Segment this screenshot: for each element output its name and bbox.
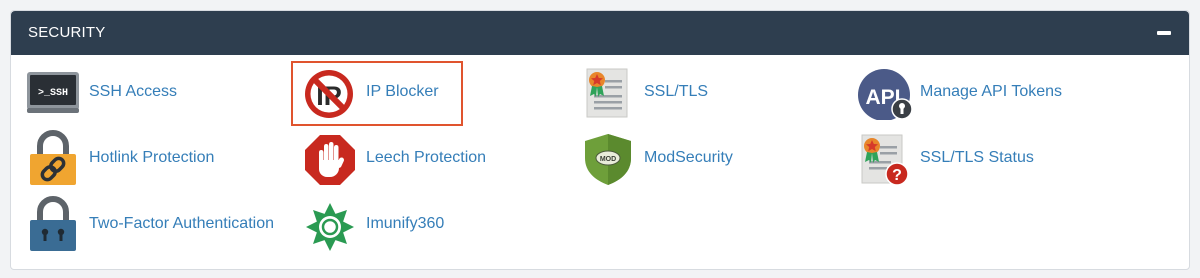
item-label: SSL/TLS Status: [920, 149, 1034, 166]
svg-text:MOD: MOD: [600, 156, 616, 163]
panel-title: SECURITY: [28, 24, 106, 41]
ssl-tls-link[interactable]: SSL/TLS: [581, 64, 781, 120]
stop-hand-icon: [303, 130, 361, 186]
ip-blocker-link[interactable]: IP IP Blocker: [303, 64, 463, 120]
two-factor-authentication-link[interactable]: Two-Factor Authentication: [26, 196, 286, 252]
hotlink-protection-link[interactable]: Hotlink Protection: [26, 130, 246, 186]
leech-protection-link[interactable]: Leech Protection: [303, 130, 523, 186]
ssl-tls-status-link[interactable]: ? SSL/TLS Status: [857, 130, 1057, 186]
manage-api-tokens-link[interactable]: API Manage API Tokens: [857, 64, 1077, 120]
item-label: SSH Access: [89, 83, 178, 100]
svg-text:>_SSH: >_SSH: [38, 88, 68, 99]
certificate-icon: [581, 64, 639, 120]
imunify360-link[interactable]: Imunify360: [303, 196, 483, 252]
certificate-status-icon: ?: [857, 130, 915, 186]
modsecurity-link[interactable]: MOD ModSecurity: [581, 130, 781, 186]
two-factor-lock-icon: [26, 196, 84, 252]
item-label: Leech Protection: [366, 149, 487, 166]
item-label: Imunify360: [366, 215, 445, 232]
ip-blocker-icon: IP: [303, 64, 361, 120]
mod-shield-icon: MOD: [581, 130, 639, 186]
item-label: Hotlink Protection: [89, 149, 215, 166]
lock-link-icon: [26, 130, 84, 186]
item-label: IP Blocker: [366, 83, 439, 100]
item-label: ModSecurity: [644, 149, 733, 166]
panel-header[interactable]: SECURITY: [11, 11, 1189, 55]
api-token-icon: API: [857, 64, 915, 120]
terminal-icon: >_SSH: [26, 64, 84, 120]
svg-text:?: ?: [892, 167, 902, 184]
item-label: Two-Factor Authentication: [89, 215, 274, 232]
item-label: Manage API Tokens: [920, 83, 1063, 100]
ssh-access-link[interactable]: >_SSH SSH Access: [26, 64, 226, 120]
imunify-icon: [303, 196, 361, 252]
minus-icon[interactable]: [1155, 24, 1173, 42]
item-label: SSL/TLS: [644, 83, 709, 100]
